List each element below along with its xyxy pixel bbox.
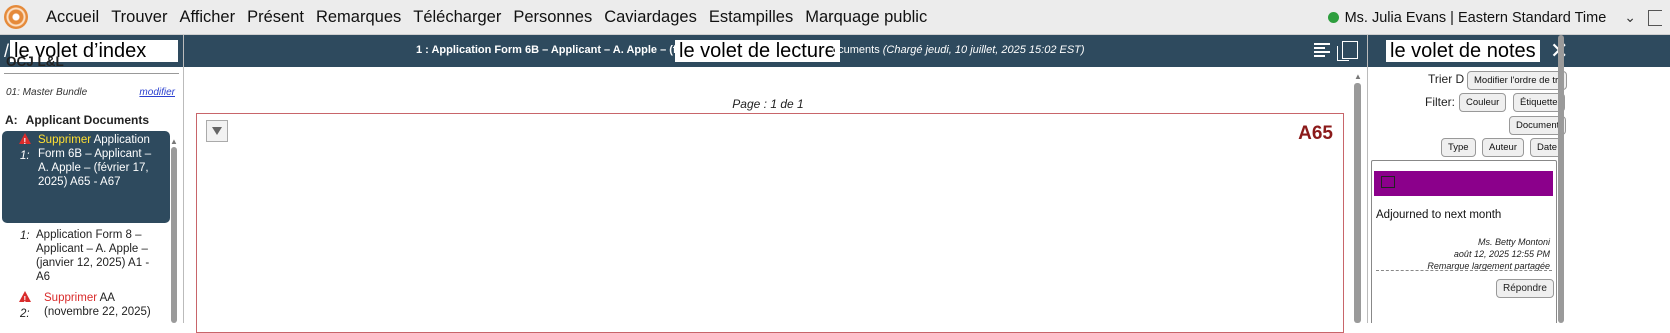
menu-present[interactable]: Présent <box>247 8 304 27</box>
note-text: Adjourned to next month <box>1376 209 1502 221</box>
document-header-tail-text: ocuments <box>832 44 880 56</box>
scroll-up-icon[interactable]: ▲ <box>170 137 178 146</box>
menu-afficher[interactable]: Afficher <box>179 8 235 27</box>
reading-scrollbar[interactable] <box>1354 83 1361 323</box>
reorder-sort-button[interactable]: Modifier l'ordre de tri <box>1467 71 1568 90</box>
section-letter: A: <box>5 113 18 127</box>
filter-label: Filter: <box>1425 95 1455 109</box>
app-logo-icon <box>4 5 28 29</box>
filter-color-button[interactable]: Couleur <box>1459 93 1507 112</box>
filter-author-button[interactable]: Auteur <box>1482 138 1524 157</box>
top-menu-bar: Accueil Trouver Afficher Présent Remarqu… <box>0 0 1670 35</box>
note-divider <box>1376 270 1552 271</box>
section-title: Applicant Documents <box>25 113 150 127</box>
document-number: 1: <box>20 230 30 242</box>
warning-icon <box>19 291 31 307</box>
page-counter: Page : 1 de 1 <box>732 97 804 111</box>
document-header-tail: ocuments (Chargé jeudi, 10 juillet, 2025… <box>832 44 1085 56</box>
section-heading[interactable]: A: Applicant Documents <box>5 113 149 127</box>
scroll-up-icon[interactable]: ▲ <box>1354 72 1362 81</box>
notes-scrollbar[interactable] <box>1558 35 1564 323</box>
chevron-down-icon[interactable]: ⌄ <box>1624 9 1636 26</box>
menu-personnes[interactable]: Personnes <box>513 8 592 27</box>
warning-icon <box>19 133 31 149</box>
note-type-icon <box>1381 176 1395 188</box>
modify-bundle-link[interactable]: modifier <box>139 87 175 98</box>
user-area: Ms. Julia Evans | Eastern Standard Time … <box>1327 0 1670 35</box>
bundle-title: OCJ L&L <box>6 54 64 69</box>
notes-pane-header: le volet de notes ✕ <box>1368 35 1670 67</box>
menu-estampilles[interactable]: Estampilles <box>709 8 793 27</box>
menu-trouver[interactable]: Trouver <box>111 8 167 27</box>
document-list: 1: Supprimer Application Form 6B – Appli… <box>2 131 170 322</box>
notes-pane: le volet de notes ✕ Trier D Modifier l'o… <box>1367 35 1670 323</box>
reading-pane-header: 1 : Application Form 6B – Applicant – A.… <box>184 35 1367 67</box>
page-view-icon[interactable] <box>1337 41 1358 61</box>
document-number: 2: <box>20 308 30 320</box>
document-page[interactable]: A65 <box>196 113 1344 333</box>
master-bundle-label: 01: Master Bundle <box>6 87 88 98</box>
document-item[interactable]: 1: Supprimer Application Form 6B – Appli… <box>2 131 170 223</box>
document-item[interactable]: 1: Application Form 8 – Applicant – A. A… <box>2 226 170 287</box>
menu-marquage-public[interactable]: Marquage public <box>805 8 927 27</box>
text-view-icon[interactable] <box>1314 43 1330 57</box>
filter-type-button[interactable]: Type <box>1441 138 1476 157</box>
online-status-icon <box>1327 12 1339 23</box>
menu-telecharger[interactable]: Télécharger <box>413 8 501 27</box>
note-date: août 12, 2025 12:55 PM <box>1453 249 1550 259</box>
loaded-timestamp: (Chargé jeudi, 10 juillet, 2025 15:02 ES… <box>882 44 1085 56</box>
note-color-bar <box>1374 171 1553 196</box>
notes-pane-label: le volet de notes <box>1386 40 1540 62</box>
filter-label-button[interactable]: Étiquette <box>1513 93 1565 112</box>
logout-icon[interactable] <box>1648 9 1662 26</box>
menu-accueil[interactable]: Accueil <box>46 8 99 27</box>
reply-button[interactable]: Répondre <box>1496 279 1554 298</box>
document-title: Application Form 8 – Applicant – A. Appl… <box>36 229 150 283</box>
index-scrollbar[interactable] <box>171 147 177 323</box>
menu-remarques[interactable]: Remarques <box>316 8 401 27</box>
index-pane: / le volet d’index OCJ L&L 01: Master Bu… <box>0 35 184 323</box>
delete-marker[interactable]: Supprimer <box>38 134 94 146</box>
sort-label: Trier D <box>1428 72 1465 86</box>
note-meta: Ms. Betty Montoni août 12, 2025 12:55 PM… <box>1427 236 1550 272</box>
reading-pane: 1 : Application Form 6B – Applicant – A.… <box>184 35 1367 333</box>
document-header-title: 1 : Application Form 6B – Applicant – A.… <box>416 44 683 56</box>
menu-caviardages[interactable]: Caviardages <box>604 8 697 27</box>
bundle-divider <box>4 73 179 74</box>
user-name-timezone[interactable]: Ms. Julia Evans | Eastern Standard Time <box>1345 10 1607 26</box>
page-stamp: A65 <box>1298 123 1333 144</box>
filter-icon[interactable] <box>206 120 228 142</box>
note-card[interactable]: Adjourned to next month Ms. Betty Monton… <box>1371 160 1557 323</box>
document-item[interactable]: 2: Supprimer AA (novembre 22, 2025) <box>2 289 170 322</box>
delete-marker[interactable]: Supprimer <box>44 292 100 304</box>
note-author: Ms. Betty Montoni <box>1477 237 1550 247</box>
document-number: 1: <box>20 150 30 162</box>
reading-pane-label: le volet de lecture <box>675 40 840 62</box>
